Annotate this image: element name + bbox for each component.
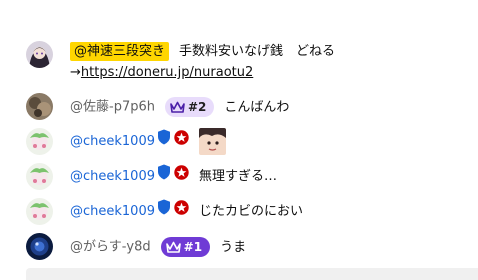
avatar[interactable]: [26, 128, 53, 155]
message-text: 無理すぎる…: [199, 169, 278, 184]
author-name[interactable]: @がらす-y8d: [70, 240, 151, 255]
shield-icon: [157, 163, 171, 190]
avatar[interactable]: [26, 41, 53, 68]
shield-icon: [157, 198, 171, 225]
chat-message: @がらす-y8d #1 うま: [26, 233, 478, 260]
rank-badge: #2: [164, 97, 215, 117]
message-text: じたカビのにおい: [199, 204, 304, 219]
shield-icon: [157, 128, 171, 155]
author-name[interactable]: @cheek1009: [70, 134, 155, 149]
star-icon: [174, 198, 189, 225]
chat-message: @cheek1009 じたカビのにおい: [26, 198, 478, 225]
avatar[interactable]: [26, 163, 53, 190]
rank-label: #2: [187, 100, 207, 114]
avatar[interactable]: [26, 233, 53, 260]
chat-message: @佐藤-p7p6h #2 こんばんわ: [26, 93, 478, 120]
avatar[interactable]: [26, 198, 53, 225]
chat-input-area[interactable]: [26, 268, 478, 280]
star-icon: [174, 128, 189, 155]
rank-label: #1: [183, 240, 203, 254]
message-text: こんばんわ: [224, 99, 290, 115]
author-name[interactable]: @佐藤-p7p6h: [70, 100, 155, 115]
crown-icon: [170, 101, 185, 113]
star-icon: [174, 163, 189, 190]
live-chat-panel: @神速三段突き 手数料安いなげ銭 どねる→https://doneru.jp/nu…: [0, 0, 478, 280]
chat-message: @cheek1009 無理すぎる…: [26, 163, 478, 190]
message-link[interactable]: https://doneru.jp/nuraotu2: [81, 65, 253, 80]
chat-message: @cheek1009: [26, 128, 478, 155]
chat-message: @神速三段突き 手数料安いなげ銭 どねる→https://doneru.jp/nu…: [26, 41, 478, 87]
avatar[interactable]: [26, 93, 53, 120]
author-name[interactable]: @cheek1009: [70, 204, 155, 219]
author-name[interactable]: @神速三段突き: [70, 42, 170, 61]
sticker-image: [199, 128, 226, 155]
author-name[interactable]: @cheek1009: [70, 169, 155, 184]
rank-badge: #1: [160, 237, 211, 257]
message-text: うま: [220, 239, 247, 255]
crown-icon: [165, 241, 181, 253]
